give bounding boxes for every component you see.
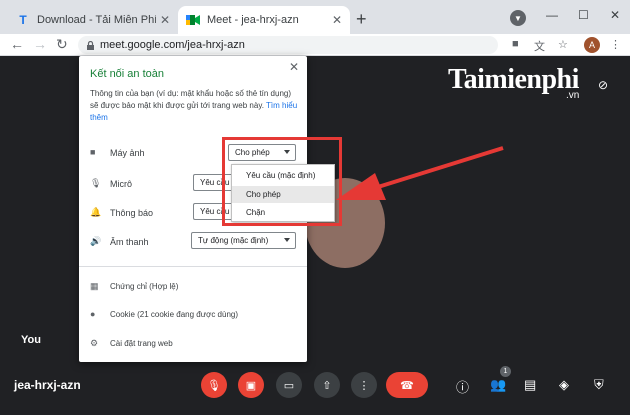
meeting-code: jea-hrxj-azn xyxy=(14,378,81,392)
tab-download[interactable]: T Download - Tải Miễn Phí VN - Ph ✕ xyxy=(8,6,178,34)
tab-title: Download - Tải Miễn Phí VN - Ph xyxy=(37,14,156,26)
participant-count-badge: 1 xyxy=(500,366,511,377)
sound-permission-select[interactable]: Tự động (mặc định) xyxy=(191,232,296,249)
captions-icon: ▭ xyxy=(283,379,295,392)
window-close-icon[interactable]: ✕ xyxy=(610,8,620,22)
mic-icon: 🎙 xyxy=(90,178,102,188)
tab-title: Meet - jea-hrxj-azn xyxy=(207,14,299,26)
mic-off-icon: 🎙 xyxy=(207,379,221,392)
host-controls-icon[interactable]: ⛨ xyxy=(594,377,604,393)
link-label: Cookie (21 cookie đang được dùng) xyxy=(110,310,239,319)
leave-call-button[interactable]: ☎ xyxy=(386,372,428,398)
minimize-icon[interactable]: — xyxy=(546,8,558,22)
bell-icon: 🔔 xyxy=(90,207,102,217)
popup-description: Thông tin của bạn (ví dụ: mật khẩu hoặc … xyxy=(90,88,300,124)
description-text: Thông tin của bạn (ví dụ: mật khẩu hoặc … xyxy=(90,89,292,110)
speaker-icon: 🔊 xyxy=(90,236,102,246)
permission-label: Máy ảnh xyxy=(110,148,145,158)
hangup-icon: ☎ xyxy=(400,379,414,392)
present-button[interactable]: ⇧ xyxy=(314,372,340,398)
gear-icon: ⚙ xyxy=(90,338,99,348)
maximize-icon[interactable]: ☐ xyxy=(578,8,589,22)
lock-icon[interactable] xyxy=(86,40,95,50)
self-label: You xyxy=(21,334,41,346)
more-options-button[interactable]: ⋮ xyxy=(351,372,377,398)
certificate-row[interactable]: ▦ Chứng chỉ (Hợp lệ) xyxy=(79,278,307,296)
divider xyxy=(79,266,307,267)
close-icon[interactable]: ✕ xyxy=(160,13,170,27)
watermark-logo: Taimienphi xyxy=(448,64,579,95)
mic-toggle-button[interactable]: 🎙 xyxy=(201,372,227,398)
caret-icon xyxy=(284,238,290,242)
people-icon[interactable]: 👥 xyxy=(490,377,506,393)
camera-icon: ■ xyxy=(90,147,96,157)
annotation-highlight-box xyxy=(222,137,342,226)
menu-icon[interactable]: ⋮ xyxy=(610,38,621,51)
tab-strip: T Download - Tải Miễn Phí VN - Ph ✕ Meet… xyxy=(0,0,630,34)
mic-off-icon: ⊘ xyxy=(598,78,609,92)
taimienphi-favicon: T xyxy=(19,13,27,27)
new-tab-icon[interactable]: + xyxy=(356,9,367,30)
cookie-icon: ● xyxy=(90,309,96,319)
tab-search-icon[interactable]: ▼ xyxy=(510,10,526,26)
link-label: Cài đặt trang web xyxy=(110,339,173,348)
present-icon: ⇧ xyxy=(322,379,332,392)
bookmark-star-icon[interactable]: ☆ xyxy=(558,38,568,51)
reload-icon[interactable]: ↻ xyxy=(56,36,68,53)
translate-icon[interactable]: 文 xyxy=(534,38,545,54)
back-icon[interactable]: ← xyxy=(10,36,24,52)
permission-label: Thông báo xyxy=(110,208,154,218)
address-bar[interactable]: meet.google.com/jea-hrxj-azn xyxy=(78,36,498,54)
meet-favicon xyxy=(186,13,200,27)
captions-button[interactable]: ▭ xyxy=(276,372,302,398)
certificate-icon: ▦ xyxy=(90,281,99,291)
link-label: Chứng chỉ (Hợp lệ) xyxy=(110,282,179,291)
activities-icon[interactable]: ◈ xyxy=(559,377,569,393)
forward-icon[interactable]: → xyxy=(33,36,47,52)
info-icon[interactable]: ⓘ xyxy=(456,377,469,396)
popup-title: Kết nối an toàn xyxy=(90,68,165,80)
close-icon[interactable]: ✕ xyxy=(332,13,342,27)
chat-icon[interactable]: ▤ xyxy=(524,377,536,393)
tab-meet[interactable]: Meet - jea-hrxj-azn ✕ xyxy=(178,6,350,34)
permission-label: Micrô xyxy=(110,179,132,189)
camera-indicator-icon[interactable]: ■ xyxy=(512,38,519,50)
url-text: meet.google.com/jea-hrxj-azn xyxy=(100,39,245,51)
camera-off-icon: ▣ xyxy=(245,379,257,392)
camera-toggle-button[interactable]: ▣ xyxy=(238,372,264,398)
browser-toolbar: ← → ↻ meet.google.com/jea-hrxj-azn ■ 文 ☆… xyxy=(0,34,630,56)
profile-avatar[interactable]: A xyxy=(584,37,600,53)
close-icon[interactable]: ✕ xyxy=(289,60,299,74)
select-value: Tự động (mặc định) xyxy=(198,236,269,245)
site-settings-row[interactable]: ⚙ Cài đặt trang web xyxy=(79,335,307,353)
more-vert-icon: ⋮ xyxy=(358,379,370,392)
cookie-row[interactable]: ● Cookie (21 cookie đang được dùng) xyxy=(79,306,307,324)
permission-label: Âm thanh xyxy=(110,237,149,247)
watermark-sub: .vn xyxy=(566,90,580,101)
